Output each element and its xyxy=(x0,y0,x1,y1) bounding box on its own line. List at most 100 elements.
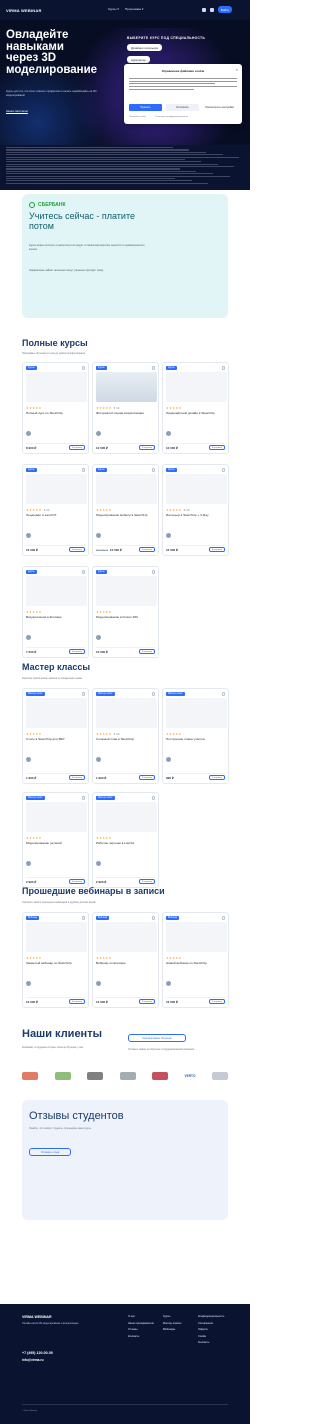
card-title[interactable]: Рабочие чертежи в LayOut xyxy=(96,841,156,845)
add-to-cart-button[interactable]: В корзину xyxy=(69,445,85,450)
cookie-policy-link[interactable]: Политика cookie xyxy=(129,116,146,118)
footer-link[interactable]: О нас xyxy=(128,1315,154,1318)
footer-logo[interactable]: VIRMA WEBINAR xyxy=(22,1315,52,1319)
footer-link[interactable]: Cookie xyxy=(198,1335,224,1338)
card-title[interactable]: Моделирование в Fusion 360 xyxy=(96,615,156,619)
heart-icon[interactable] xyxy=(221,366,225,370)
heart-icon[interactable] xyxy=(81,916,85,920)
user-icon[interactable] xyxy=(210,7,214,12)
add-to-cart-button[interactable]: В корзину xyxy=(69,775,85,780)
settings-button[interactable]: Просмотреть настройки xyxy=(203,104,236,111)
heart-icon[interactable] xyxy=(81,796,85,800)
card-title[interactable]: Интерьер в SketchUp + V-Ray xyxy=(166,513,226,517)
card-title[interactable]: Построение плана участка xyxy=(166,737,226,741)
add-to-cart-button[interactable]: В корзину xyxy=(139,445,155,450)
add-to-cart-button[interactable]: В корзину xyxy=(209,547,225,552)
card-title[interactable]: Фотореалистичная визуализация xyxy=(96,411,156,415)
course-card[interactable]: Вебинар ★★★★★ Закрытый вебинар по SketchUp… xyxy=(22,912,89,1008)
add-to-cart-button[interactable]: В корзину xyxy=(209,999,225,1004)
client-logo xyxy=(119,1072,136,1080)
footer-link[interactable]: Конфиденциальность xyxy=(198,1315,224,1318)
footer-link[interactable]: Наши преподаватели xyxy=(128,1322,154,1325)
heart-icon[interactable] xyxy=(151,796,155,800)
card-title[interactable]: Моделирование деталей xyxy=(26,841,86,845)
card-title[interactable]: Ландшафтный дизайн в SketchUp xyxy=(166,411,226,415)
card-title[interactable]: Визуализация в Enscape xyxy=(26,615,86,619)
footer-link[interactable]: Контакты xyxy=(128,1335,154,1338)
card-title[interactable]: Живой вебинар по SketchUp xyxy=(166,961,226,965)
card-title[interactable]: Моделирование мебели в SketchUp xyxy=(96,513,156,517)
card-title[interactable]: Сложный план в SketchUp xyxy=(96,737,156,741)
login-button[interactable]: Войти xyxy=(218,6,232,13)
add-to-cart-button[interactable]: В корзину xyxy=(209,445,225,450)
course-card[interactable]: Вебинар ★★★★★ Живой вебинар по SketchUp 10 … xyxy=(162,912,229,1008)
leave-review-button[interactable]: Оставить отзыв xyxy=(29,1148,71,1156)
add-to-cart-button[interactable]: В корзину xyxy=(209,775,225,780)
course-card[interactable]: Мастер-класс ★★★★★ Рабочие чертежи в LayOu… xyxy=(92,792,159,888)
course-card[interactable]: Мастер-класс ★★★★★ Построение плана участк… xyxy=(162,688,229,784)
heart-icon[interactable] xyxy=(151,468,155,472)
corporate-button[interactable]: Корпоративное обучение xyxy=(128,1034,186,1042)
course-card[interactable]: Мастер-класс ★★★★★ Стиль в SketchUp для ВК… xyxy=(22,688,89,784)
hero-option[interactable]: Архитектор xyxy=(127,56,150,63)
card-title[interactable]: Закрытый вебинар по SketchUp xyxy=(26,961,86,965)
nav-item-programs[interactable]: Программы ▾ xyxy=(125,7,144,11)
course-card[interactable]: Курсы ★★★★★ 5.00 Лендшафт в Land FX 10 000 ₽… xyxy=(22,464,89,556)
course-card[interactable]: Вебинар ★★★★★ Вебинар по Enscape 10 000 ₽ В … xyxy=(92,912,159,1008)
heart-icon[interactable] xyxy=(221,692,225,696)
accept-button[interactable]: Принять xyxy=(129,104,162,111)
add-to-cart-button[interactable]: В корзину xyxy=(139,547,155,552)
add-to-cart-button[interactable]: В корзину xyxy=(139,999,155,1004)
card-title[interactable]: Стиль в SketchUp для ВКР xyxy=(26,737,86,741)
heart-icon[interactable] xyxy=(81,692,85,696)
nav-item-courses[interactable]: Курсы ▾ xyxy=(108,7,119,11)
band-text-lines xyxy=(6,147,244,185)
cookie-body xyxy=(129,78,237,91)
footer-link[interactable]: Отзывы xyxy=(128,1328,154,1331)
heart-icon[interactable] xyxy=(81,366,85,370)
decline-button[interactable]: Отклонить xyxy=(166,104,199,111)
card-title[interactable]: Лендшафт в Land FX xyxy=(26,513,86,517)
add-to-cart-button[interactable]: В корзину xyxy=(139,649,155,654)
footer-link[interactable]: Вебинары xyxy=(163,1328,181,1331)
course-card[interactable]: Курсы ★★★★★ Визуализация в Enscape 7 000 ₽ В… xyxy=(22,566,89,658)
add-to-cart-button[interactable]: В корзину xyxy=(69,649,85,654)
course-card[interactable]: Мастер-класс ★★★★★ 5.00 Сложный план в Sket… xyxy=(92,688,159,784)
close-icon[interactable]: × xyxy=(236,67,238,72)
add-to-cart-button[interactable]: В корзину xyxy=(139,879,155,884)
footer-email[interactable]: info@virma.ru xyxy=(22,1358,44,1362)
heart-icon[interactable] xyxy=(151,692,155,696)
card-title[interactable]: Полный курс по SketchUp xyxy=(26,411,86,415)
add-to-cart-button[interactable]: В корзину xyxy=(69,999,85,1004)
footer-link[interactable]: Оферта xyxy=(198,1328,224,1331)
add-to-cart-button[interactable]: В корзину xyxy=(139,775,155,780)
cart-icon[interactable] xyxy=(202,7,206,12)
footer-link[interactable]: Курсы xyxy=(163,1315,181,1318)
course-card[interactable]: Курсы ★★★★★ Моделирование мебели в SketchU… xyxy=(92,464,159,556)
footer-link[interactable]: Соглашение xyxy=(198,1322,224,1325)
footer-link[interactable]: Контакты xyxy=(198,1341,224,1344)
course-card[interactable]: Мастер-класс ★★★★★ Моделирование деталей 2 … xyxy=(22,792,89,888)
heart-icon[interactable] xyxy=(81,570,85,574)
footer-link[interactable]: Мастер-классы xyxy=(163,1322,181,1325)
add-to-cart-button[interactable]: В корзину xyxy=(69,547,85,552)
course-card[interactable]: Курсы ★★★★★ Полный курс по SketchUp 8 900 ₽… xyxy=(22,362,89,454)
site-logo[interactable]: VIRMA WEBINAR xyxy=(6,8,42,13)
footer-phone[interactable]: +7 (495) 120-00-00 xyxy=(22,1351,53,1355)
hero-option[interactable]: Дизайнер интерьера xyxy=(127,44,162,51)
add-to-cart-button[interactable]: В корзину xyxy=(69,879,85,884)
heart-icon[interactable] xyxy=(81,468,85,472)
card-title[interactable]: Вебинар по Enscape xyxy=(96,961,156,965)
course-card[interactable]: Курсы ★★★★★ Моделирование в Fusion 360 10 0… xyxy=(92,566,159,658)
heart-icon[interactable] xyxy=(221,916,225,920)
hero-link[interactable]: Начать бесплатно xyxy=(6,110,28,113)
heart-icon[interactable] xyxy=(151,570,155,574)
rating-stars: ★★★★★ xyxy=(26,406,42,410)
heart-icon[interactable] xyxy=(221,468,225,472)
heart-icon[interactable] xyxy=(151,916,155,920)
heart-icon[interactable] xyxy=(151,366,155,370)
course-card[interactable]: Курсы ★★★★★ Ландшафтный дизайн в SketchUp 1… xyxy=(162,362,229,454)
privacy-link[interactable]: Политика конфиденциальности xyxy=(156,116,188,118)
course-card[interactable]: Курсы ★★★★★ 5.00 Интерьер в SketchUp + V-Ra… xyxy=(162,464,229,556)
course-card[interactable]: Курсы ★★★★★ 5.00 Фотореалистичная визуализа… xyxy=(92,362,159,454)
